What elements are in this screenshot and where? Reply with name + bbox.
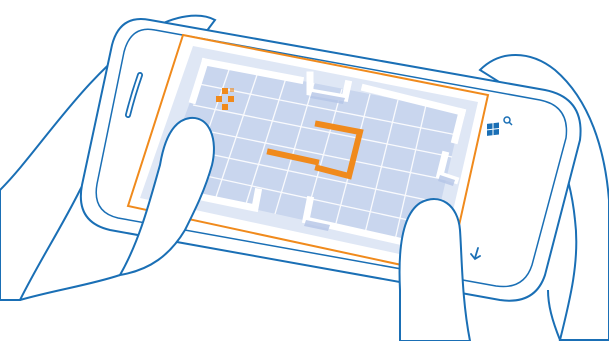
illustration: [0, 14, 609, 341]
